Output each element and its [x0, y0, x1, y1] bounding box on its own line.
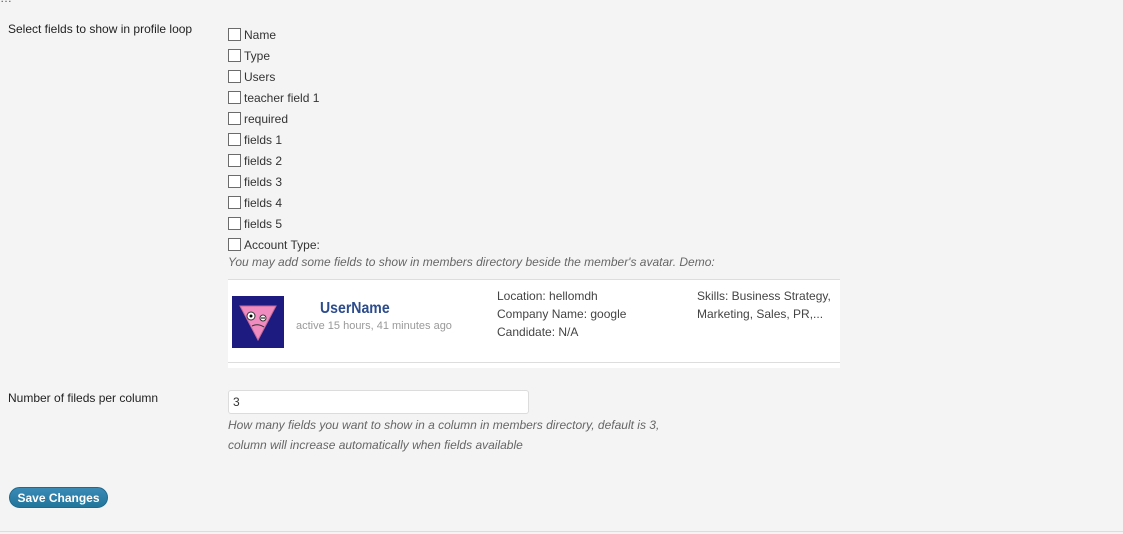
per-column-label: Number of fileds per column — [8, 391, 159, 405]
profile-loop-description: You may add some fields to show in membe… — [228, 255, 715, 269]
checkbox-fields-4[interactable]: fields 4 — [228, 192, 320, 213]
demo-field-column-1: Location: hellomdh Company Name: google … — [497, 287, 626, 341]
checkbox-input[interactable] — [228, 196, 241, 209]
checkbox-label: required — [244, 111, 289, 126]
checkbox-label: fields 4 — [244, 195, 283, 210]
checkbox-label: fields 1 — [244, 132, 283, 147]
fields-per-column-input[interactable] — [228, 390, 529, 414]
checkbox-required[interactable]: required — [228, 108, 320, 129]
demo-active-time: active 15 hours, 41 minutes ago — [296, 320, 452, 332]
checkbox-label: Type — [244, 48, 271, 63]
checkbox-fields-1[interactable]: fields 1 — [228, 129, 320, 150]
checkbox-fields-2[interactable]: fields 2 — [228, 150, 320, 171]
demo-field: Skills: Business Strategy, — [697, 289, 831, 303]
top-cut-text: … — [0, 0, 1123, 3]
checkbox-users[interactable]: Users — [228, 66, 320, 87]
checkbox-input[interactable] — [228, 154, 241, 167]
member-demo-card: UserName active 15 hours, 41 minutes ago… — [228, 279, 840, 368]
demo-divider — [228, 362, 840, 363]
checkbox-type[interactable]: Type — [228, 45, 320, 66]
checkbox-input[interactable] — [228, 133, 241, 146]
checkbox-input[interactable] — [228, 70, 241, 83]
avatar — [232, 296, 284, 348]
per-column-description-1: How many fields you want to show in a co… — [228, 418, 660, 432]
profile-loop-checklist: Name Type Users teacher field 1 required… — [228, 24, 320, 255]
checkbox-input[interactable] — [228, 112, 241, 125]
profile-loop-label: Select fields to show in profile loop — [8, 22, 193, 36]
footer-divider — [0, 531, 1123, 532]
checkbox-fields-5[interactable]: fields 5 — [228, 213, 320, 234]
checkbox-input[interactable] — [228, 28, 241, 41]
checkbox-fields-3[interactable]: fields 3 — [228, 171, 320, 192]
checkbox-input[interactable] — [228, 49, 241, 62]
checkbox-label: Account Type: — [244, 237, 320, 252]
demo-field: Candidate: N/A — [497, 325, 579, 339]
checkbox-label: teacher field 1 — [244, 90, 320, 105]
checkbox-input[interactable] — [228, 175, 241, 188]
demo-field: Marketing, Sales, PR,... — [697, 307, 824, 321]
checkbox-input[interactable] — [228, 91, 241, 104]
checkbox-input[interactable] — [228, 238, 241, 251]
demo-username: UserName — [320, 300, 390, 317]
per-column-description-2: column will increase automatically when … — [228, 438, 523, 452]
demo-field: Location: hellomdh — [497, 289, 598, 303]
checkbox-input[interactable] — [228, 217, 241, 230]
save-changes-button[interactable]: Save Changes — [9, 487, 108, 508]
checkbox-name[interactable]: Name — [228, 24, 320, 45]
demo-field-column-2: Skills: Business Strategy, Marketing, Sa… — [697, 287, 831, 323]
checkbox-label: Name — [244, 27, 277, 42]
checkbox-label: fields 5 — [244, 216, 283, 231]
checkbox-label: fields 2 — [244, 153, 283, 168]
avatar-icon — [232, 296, 284, 348]
checkbox-teacher-field-1[interactable]: teacher field 1 — [228, 87, 320, 108]
checkbox-label: Users — [244, 69, 276, 84]
demo-field: Company Name: google — [497, 307, 627, 321]
checkbox-label: fields 3 — [244, 174, 283, 189]
